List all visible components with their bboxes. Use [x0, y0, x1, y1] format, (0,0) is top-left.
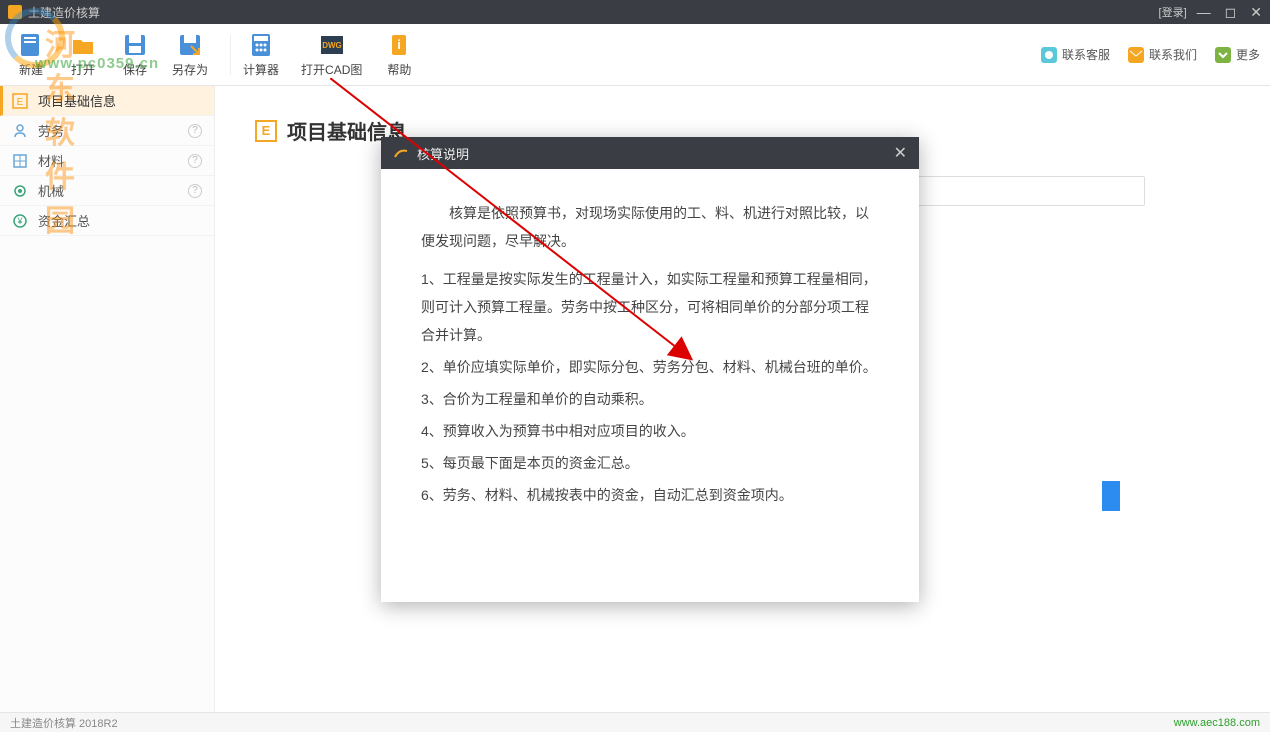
modal-header[interactable]: 核算说明 ✕	[381, 137, 919, 169]
help-label: 帮助	[387, 61, 411, 78]
open-button[interactable]: 打开	[62, 28, 104, 82]
calculator-icon	[248, 32, 274, 58]
minimize-button[interactable]: —	[1197, 4, 1211, 21]
new-label: 新建	[19, 61, 43, 78]
headset-icon	[1041, 47, 1057, 63]
help-hint-icon[interactable]: ?	[188, 154, 202, 168]
help-icon: i	[386, 32, 412, 58]
open-cad-label: 打开CAD图	[301, 61, 362, 78]
statusbar: 土建造价核算 2018R2 www.aec188.com	[0, 712, 1270, 732]
saveas-label: 另存为	[172, 61, 208, 78]
material-icon	[12, 153, 28, 169]
login-link[interactable]: [登录]	[1159, 4, 1187, 20]
save-label: 保存	[123, 61, 147, 78]
modal-item-text: 4、预算收入为预算书中相对应项目的收入。	[421, 417, 879, 445]
machine-icon	[12, 183, 28, 199]
contact-us-label: 联系我们	[1149, 46, 1197, 63]
envelope-icon	[1128, 47, 1144, 63]
contact-us-button[interactable]: 联系我们	[1128, 46, 1197, 63]
status-website[interactable]: www.aec188.com	[1174, 717, 1260, 729]
svg-text:i: i	[398, 37, 402, 52]
sidebar-item-labor[interactable]: 劳务 ?	[0, 116, 214, 146]
close-button[interactable]: ✕	[1250, 4, 1262, 21]
project-info-icon: E	[12, 93, 28, 109]
modal-item-text: 1、工程量是按实际发生的工程量计入，如实际工程量和预算工程量相同，则可计入预算工…	[421, 265, 879, 349]
cad-icon: DWG	[319, 32, 345, 58]
labor-icon	[12, 123, 28, 139]
sidebar-item-label: 资金汇总	[38, 211, 202, 230]
titlebar: 土建造价核算 [登录] — ◻ ✕	[0, 0, 1270, 24]
modal-item-text: 2、单价应填实际单价，即实际分包、劳务分包、材料、机械台班的单价。	[421, 353, 879, 381]
toolbar: 新建 打开 保存 另存为 计算器 DWG 打开CAD图 i 帮助 联系客服 联系…	[0, 24, 1270, 86]
open-cad-button[interactable]: DWG 打开CAD图	[295, 28, 368, 82]
modal-intro-text: 核算是依照预算书，对现场实际使用的工、料、机进行对照比较，以便发现问题，尽早解决…	[421, 199, 879, 255]
maximize-button[interactable]: ◻	[1225, 4, 1237, 21]
sidebar-item-label: 材料	[38, 151, 188, 170]
help-button[interactable]: i 帮助	[378, 28, 420, 82]
toolbar-separator	[230, 35, 231, 75]
new-icon	[18, 32, 44, 58]
help-hint-icon[interactable]: ?	[188, 184, 202, 198]
app-icon	[8, 5, 22, 19]
svg-text:E: E	[17, 97, 24, 108]
open-icon	[70, 32, 96, 58]
calculator-label: 计算器	[243, 61, 279, 78]
sidebar-item-project-info[interactable]: E 项目基础信息	[0, 86, 214, 116]
modal-dialog: 核算说明 ✕ 核算是依照预算书，对现场实际使用的工、料、机进行对照比较，以便发现…	[381, 137, 919, 602]
save-fragment[interactable]	[1102, 481, 1120, 511]
open-label: 打开	[71, 61, 95, 78]
sidebar-item-label: 劳务	[38, 121, 188, 140]
more-label: 更多	[1236, 46, 1260, 63]
new-button[interactable]: 新建	[10, 28, 52, 82]
sidebar-item-machine[interactable]: 机械 ?	[0, 176, 214, 206]
modal-body: 核算是依照预算书，对现场实际使用的工、料、机进行对照比较，以便发现问题，尽早解决…	[381, 169, 919, 543]
sidebar-item-label: 项目基础信息	[38, 91, 202, 110]
more-icon	[1215, 47, 1231, 63]
contact-service-label: 联系客服	[1062, 46, 1110, 63]
content-header-icon: E	[255, 120, 277, 142]
svg-text:¥: ¥	[16, 216, 23, 226]
modal-icon	[393, 145, 409, 161]
contact-service-button[interactable]: 联系客服	[1041, 46, 1110, 63]
sidebar-item-material[interactable]: 材料 ?	[0, 146, 214, 176]
sidebar: E 项目基础信息 劳务 ? 材料 ? 机械 ? ¥ 资金汇总	[0, 86, 215, 712]
modal-title: 核算说明	[417, 144, 894, 163]
save-icon	[122, 32, 148, 58]
saveas-icon	[177, 32, 203, 58]
help-hint-icon[interactable]: ?	[188, 124, 202, 138]
sidebar-item-label: 机械	[38, 181, 188, 200]
modal-item-text: 3、合价为工程量和单价的自动乘积。	[421, 385, 879, 413]
more-button[interactable]: 更多	[1215, 46, 1260, 63]
app-title: 土建造价核算	[28, 4, 1159, 21]
saveas-button[interactable]: 另存为	[166, 28, 214, 82]
sidebar-item-summary[interactable]: ¥ 资金汇总	[0, 206, 214, 236]
svg-text:DWG: DWG	[322, 41, 342, 50]
modal-close-button[interactable]: ✕	[894, 143, 907, 163]
summary-icon: ¥	[12, 213, 28, 229]
modal-item-text: 6、劳务、材料、机械按表中的资金，自动汇总到资金项内。	[421, 481, 879, 509]
status-version: 土建造价核算 2018R2	[10, 715, 118, 731]
modal-item-text: 5、每页最下面是本页的资金汇总。	[421, 449, 879, 477]
calculator-button[interactable]: 计算器	[237, 28, 285, 82]
save-button[interactable]: 保存	[114, 28, 156, 82]
